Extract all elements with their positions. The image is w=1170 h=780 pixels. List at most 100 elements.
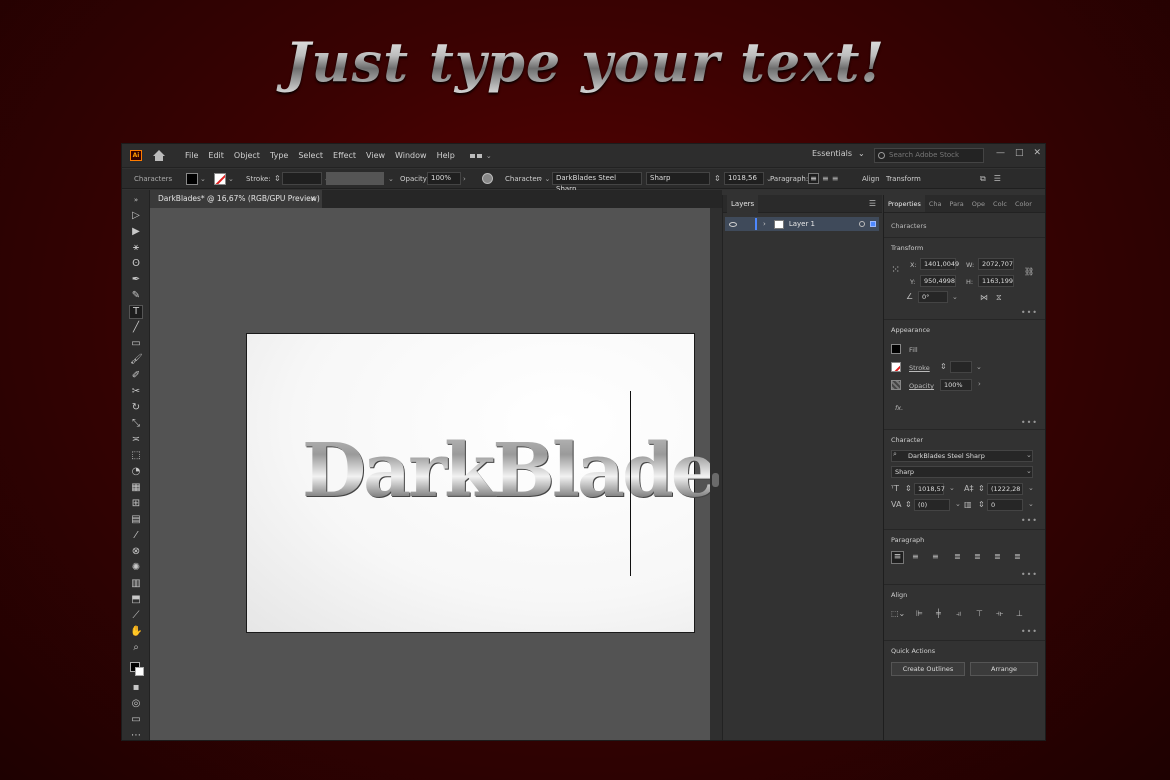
align-center-icon[interactable]: ≡ [822,174,829,183]
opacity-label[interactable]: Opacity [909,382,934,390]
free-transform-tool-icon[interactable]: ⬚ [130,450,142,462]
font-search-icon[interactable]: ⌕ [538,174,542,184]
workspace-switcher[interactable]: Essentials ⌄ [812,149,865,158]
vertical-align-center-icon[interactable]: ⟛ [996,609,1003,619]
menu-help[interactable]: Help [432,151,460,160]
kerning-field[interactable]: (0) [914,499,950,511]
paragraph-label[interactable]: Paragraph: [770,172,808,185]
close-button[interactable]: ✕ [1033,148,1041,158]
align-right-icon[interactable]: ≡ [932,552,939,561]
width-tool-icon[interactable]: ≍ [130,434,142,446]
collapse-icon[interactable]: » [130,194,142,206]
h-field[interactable]: 1163,199 [978,275,1014,287]
layer-name[interactable]: Layer 1 [789,220,815,228]
vertical-align-bottom-icon[interactable]: ⊥ [1016,609,1023,618]
fx-icon[interactable]: fx. [895,404,903,412]
chevron-down-icon[interactable]: ⌄ [1026,467,1032,475]
stroke-swatch[interactable] [891,362,901,372]
flip-horizontal-icon[interactable]: ⋈ [980,293,988,302]
panel-options-icon[interactable]: ☰ [994,174,1001,183]
align-center-icon[interactable]: ≡ [912,552,919,561]
opacity-field[interactable]: 100% [940,379,972,391]
menu-edit[interactable]: Edit [203,151,229,160]
tab-color-guide[interactable]: Colc [989,195,1011,212]
column-graph-tool-icon[interactable]: ▥ [130,578,142,590]
font-family-field[interactable]: DarkBlades Steel Sharp [891,450,1033,462]
hand-tool-icon[interactable]: ✋ [130,626,142,638]
arrange-documents-icon[interactable]: ⌄ [469,152,492,160]
home-icon[interactable] [152,149,166,162]
justify-all-icon[interactable]: ≣ [1014,552,1021,561]
justify-right-icon[interactable]: ≣ [994,552,1001,561]
layer-row[interactable]: › Layer 1 [725,217,879,231]
font-style-field[interactable]: Sharp [891,466,1033,478]
rotate-field[interactable]: 0° [918,291,948,303]
curvature-tool-icon[interactable]: ✎ [130,290,142,302]
menu-window[interactable]: Window [390,151,432,160]
more-options-icon[interactable]: ••• [1021,570,1038,579]
font-style-field[interactable]: Sharp [646,172,710,185]
stepper-icon[interactable]: ⇕ [978,484,985,493]
align-label[interactable]: Align [862,172,880,185]
scrollbar-thumb[interactable] [712,473,719,487]
font-family-field[interactable]: DarkBlades Steel Sharp [552,172,642,193]
selection-tool-icon[interactable]: ▷ [130,210,142,222]
constrain-proportions-icon[interactable]: ⛓ [1024,267,1034,276]
vertical-align-top-icon[interactable]: ⊤ [976,609,983,618]
chevron-down-icon[interactable]: ⌄ [228,175,234,183]
tab-opentype[interactable]: Ope [968,195,989,212]
blend-tool-icon[interactable]: ⊗ [130,546,142,558]
screen-mode-icon[interactable]: ▭ [130,714,142,726]
isolate-icon[interactable]: ⧉ [980,174,986,184]
stroke-weight-field[interactable] [950,361,972,373]
eye-icon[interactable] [729,221,737,227]
layers-tab[interactable]: Layers [727,195,759,213]
rotate-tool-icon[interactable]: ↻ [130,402,142,414]
fill-swatch[interactable] [186,172,198,185]
stepper-icon[interactable]: ⇕ [940,362,947,371]
y-field[interactable]: 950,4998 [920,275,956,287]
more-options-icon[interactable]: ••• [1021,418,1038,427]
arrange-button[interactable]: Arrange [970,662,1038,676]
w-field[interactable]: 2072,707 [978,258,1014,270]
scissors-tool-icon[interactable]: ✂ [130,386,142,398]
menu-effect[interactable]: Effect [328,151,361,160]
direct-selection-tool-icon[interactable]: ▶ [130,226,142,238]
scale-tool-icon[interactable]: ⤡ [130,418,142,430]
leading-field[interactable]: (1222,28 [987,483,1023,495]
fill-swatch[interactable] [891,344,901,354]
chevron-down-icon[interactable]: ⌄ [1026,451,1032,459]
chevron-down-icon[interactable]: ⌄ [1028,500,1034,508]
artboard[interactable]: DarkBlades [246,333,756,633]
tab-color[interactable]: Color [1011,195,1036,212]
maximize-button[interactable]: □ [1015,148,1024,158]
slice-tool-icon[interactable]: ⟋ [130,610,142,622]
stepper-icon[interactable]: ⇕ [905,484,912,493]
shape-builder-tool-icon[interactable]: ◔ [130,466,142,478]
tracking-field[interactable]: 0 [987,499,1023,511]
vertical-scrollbar[interactable] [710,208,722,740]
tab-properties[interactable]: Properties [884,195,925,212]
chevron-right-icon[interactable]: › [763,220,766,228]
close-document-icon[interactable]: × [310,190,316,208]
more-options-icon[interactable]: ••• [1021,308,1038,317]
stroke-label[interactable]: Stroke [909,364,930,372]
horizontal-align-right-icon[interactable]: ⫣ [956,609,961,619]
chevron-down-icon[interactable]: ⌄ [544,175,550,183]
document-tab[interactable]: DarkBlades* @ 16,67% (RGB/GPU Preview) × [150,190,322,208]
perspective-grid-tool-icon[interactable]: ▦ [130,482,142,494]
menu-file[interactable]: File [180,151,203,160]
recolor-artwork-icon[interactable] [482,173,493,184]
canvas[interactable]: DarkBlades [150,208,756,740]
target-icon[interactable] [859,221,865,227]
menu-view[interactable]: View [361,151,390,160]
color-modes-icon[interactable]: ▪ [130,682,142,694]
tab-character[interactable]: Cha [925,195,946,212]
flip-vertical-icon[interactable]: ⧖ [996,293,1002,303]
menu-type[interactable]: Type [265,151,293,160]
reference-point-icon[interactable]: ⁙ [891,264,904,277]
paintbrush-tool-icon[interactable]: 🖌 [130,354,143,366]
menu-object[interactable]: Object [229,151,265,160]
justify-center-icon[interactable]: ≣ [974,552,981,561]
more-options-icon[interactable]: ••• [1021,516,1038,525]
